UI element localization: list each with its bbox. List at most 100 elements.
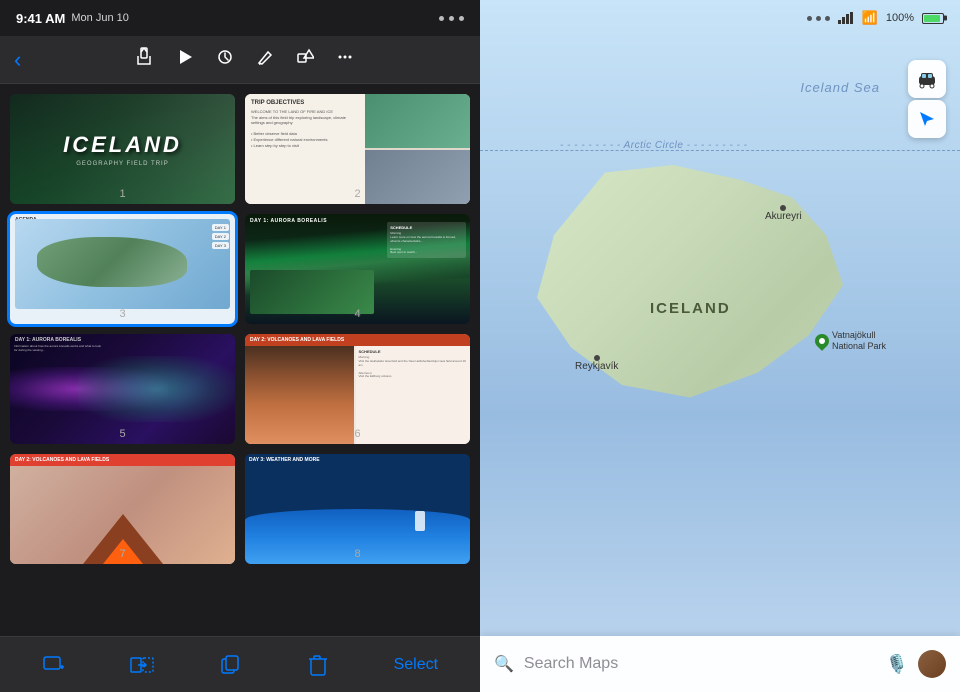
park-pin — [812, 331, 832, 351]
transition-button[interactable] — [130, 653, 154, 677]
maps-panel: - - - - - - - - - Arctic Circle - - - - … — [480, 0, 960, 692]
slide-number-6: 6 — [354, 428, 360, 440]
add-slide-button[interactable] — [42, 653, 66, 677]
shapes-icon[interactable] — [296, 48, 314, 71]
aurora2b-effect — [78, 356, 236, 422]
transition-icon — [130, 653, 154, 677]
slide8-person — [415, 511, 425, 531]
slide6-text-col: SCHEDULE MorningVisit the Hekludalur lav… — [356, 346, 471, 444]
play-icon[interactable] — [176, 48, 194, 71]
delete-icon — [306, 653, 330, 677]
more-icon[interactable] — [336, 48, 354, 71]
battery-tip — [944, 16, 947, 21]
dot1 — [439, 16, 444, 21]
slide-item-4[interactable]: DAY 1: AURORA BOREALIS SCHEDULE MorningL… — [245, 214, 470, 324]
wifi-icon: 📶 — [862, 10, 878, 26]
drive-mode-button[interactable] — [908, 60, 946, 98]
add-slide-icon — [42, 653, 66, 677]
user-avatar[interactable] — [918, 650, 946, 678]
microphone-icon[interactable]: 🎙️ — [886, 654, 908, 675]
slide1-subtitle: GEOGRAPHY FIELD TRIP — [76, 161, 168, 167]
status-bar: 9:41 AM Mon Jun 10 — [0, 0, 480, 36]
revert-icon[interactable] — [216, 48, 234, 71]
slide-item-2[interactable]: TRIP OBJECTIVES WELCOME TO THE LAND OF F… — [245, 94, 470, 204]
slide5-title: DAY 1: AURORA BOREALIS — [15, 337, 81, 343]
location-arrow-icon — [917, 109, 937, 129]
battery-fill — [924, 15, 940, 22]
location-button[interactable] — [908, 100, 946, 138]
slide2-text: WELCOME TO THE LAND OF FIRE AND ICEThe a… — [251, 109, 357, 148]
maps-status-bar: 📶 100% — [480, 0, 960, 36]
akureyri-marker: Akureyri — [765, 205, 802, 222]
dot3 — [459, 16, 464, 21]
search-icon: 🔍 — [494, 654, 514, 674]
slide6-header: DAY 2: VOLCANOES AND LAVA FIELDS — [245, 334, 470, 346]
car-icon — [917, 69, 937, 89]
back-button[interactable]: ‹ — [14, 47, 21, 73]
delete-button[interactable] — [306, 653, 330, 677]
slide2-title: TRIP OBJECTIVES — [251, 100, 357, 106]
day-tag-1: DAY 1 — [212, 224, 229, 231]
status-bar-left: 9:41 AM Mon Jun 10 — [16, 11, 129, 26]
arctic-circle-label: - - - - - - - - - Arctic Circle - - - - … — [560, 140, 747, 151]
keynote-panel: 9:41 AM Mon Jun 10 ‹ — [0, 0, 480, 692]
slide3-iceland — [37, 237, 188, 287]
slide-item-7[interactable]: DAY 2: VOLCANOES AND LAVA FIELDS 7 — [10, 454, 235, 564]
reykjavik-label: Reykjavík — [575, 361, 618, 372]
vatnajokull-marker: VatnajökullNational Park — [815, 330, 886, 352]
maps-dot1 — [807, 16, 812, 21]
toolbar-left: ‹ — [14, 47, 21, 73]
slide4-schedule-text: MorningLearn more on how the aurora bore… — [390, 232, 463, 255]
signal-icon — [838, 12, 854, 24]
slide-number-8: 8 — [354, 548, 360, 560]
slide4-schedule-title: SCHEDULE — [390, 225, 463, 230]
keynote-toolbar: ‹ — [0, 36, 480, 84]
slide-number-2: 2 — [354, 188, 360, 200]
slide6-schedule-text: MorningVisit the Hekludalur lava field a… — [359, 356, 468, 379]
slide-item-8[interactable]: DAY 3: WEATHER AND MORE 8 — [245, 454, 470, 564]
iceland-country-label: ICELAND — [650, 300, 731, 317]
slide-item-1[interactable]: ICELAND GEOGRAPHY FIELD TRIP 1 — [10, 94, 235, 204]
duplicate-button[interactable] — [218, 653, 242, 677]
select-button[interactable]: Select — [394, 656, 438, 674]
battery-percentage: 100% — [886, 12, 914, 24]
share-icon[interactable] — [134, 47, 154, 72]
slide6-img — [245, 346, 354, 444]
slide1-title: ICELAND — [63, 132, 182, 158]
map-controls — [908, 60, 946, 138]
slide-item-6[interactable]: DAY 2: VOLCANOES AND LAVA FIELDS SCHEDUL… — [245, 334, 470, 444]
slide-number-1: 1 — [119, 188, 125, 200]
slides-area: ICELAND GEOGRAPHY FIELD TRIP 1 TRIP OBJE… — [0, 84, 480, 636]
slide8-title: DAY 3: WEATHER AND MORE — [249, 457, 320, 463]
vatnajokull-label: VatnajökullNational Park — [832, 330, 886, 352]
slide7-header: DAY 2: VOLCANOES AND LAVA FIELDS — [10, 454, 235, 466]
slide-item-3[interactable]: AGENDA DAY 1 DAY 2 DAY 3 3 — [10, 214, 235, 324]
park-pin-inner — [819, 338, 825, 344]
slide5-text: Information about how the aurora boreali… — [14, 344, 104, 352]
akureyri-label: Akureyri — [765, 211, 802, 222]
slide2-img-bottom — [365, 150, 471, 204]
slide-number-7: 7 — [119, 548, 125, 560]
maps-search-bar: 🔍 Search Maps 🎙️ — [480, 636, 960, 692]
slide2-left: TRIP OBJECTIVES WELCOME TO THE LAND OF F… — [245, 94, 363, 204]
duplicate-icon — [218, 653, 242, 677]
dot2 — [449, 16, 454, 21]
slide-number-5: 5 — [119, 428, 125, 440]
draw-icon[interactable] — [256, 48, 274, 71]
slide3-map — [15, 219, 230, 309]
slide6-text-title: SCHEDULE — [359, 349, 468, 354]
slide4-title: DAY 1: AURORA BOREALIS — [250, 218, 327, 224]
slide-number-3: 3 — [119, 308, 125, 320]
maps-dot2 — [816, 16, 821, 21]
status-date: Mon Jun 10 — [71, 12, 128, 24]
day-tag-3: DAY 3 — [212, 242, 229, 249]
search-placeholder[interactable]: Search Maps — [524, 655, 876, 673]
slide-number-4: 4 — [354, 308, 360, 320]
slide-item-5[interactable]: DAY 1: AURORA BOREALIS Information about… — [10, 334, 235, 444]
slide2-right — [365, 94, 471, 204]
slide4-content: SCHEDULE MorningLearn more on how the au… — [387, 222, 466, 258]
maps-status-dots — [807, 16, 830, 21]
bottom-toolbar: Select — [0, 636, 480, 692]
day-tag-2: DAY 2 — [212, 233, 229, 240]
slide2-img-top — [365, 94, 471, 148]
